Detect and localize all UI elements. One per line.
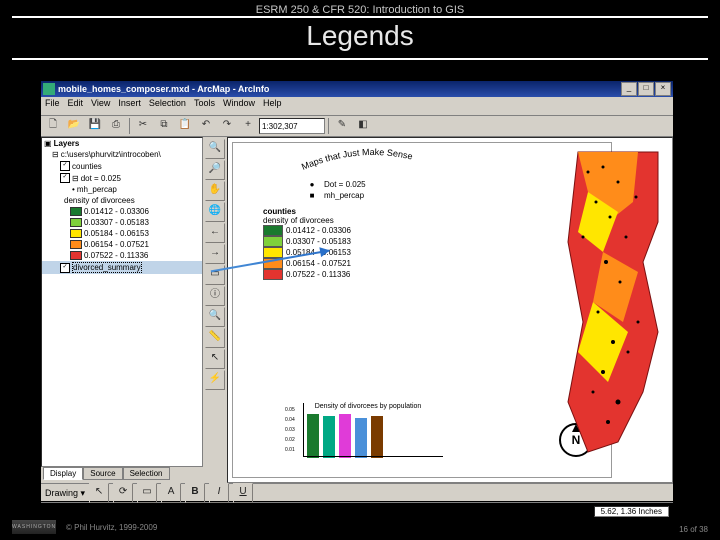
redo-icon[interactable]: ↷	[217, 116, 237, 136]
prev-extent-icon[interactable]: ←	[205, 223, 225, 243]
text-icon[interactable]: A	[161, 483, 181, 503]
tab-display[interactable]: Display	[43, 467, 83, 480]
menu-file[interactable]: File	[45, 98, 60, 114]
editor-icon[interactable]: ✎	[332, 116, 352, 136]
chart-title: Density of divorcees by population	[293, 403, 443, 410]
toc-class-4: 0.07522 - 0.11336	[84, 251, 148, 260]
toc-theme: density of divorcees	[64, 196, 135, 205]
copy-icon[interactable]: ⧉	[154, 116, 174, 136]
legend-subgroup: density of divorcees	[263, 216, 334, 225]
slide-footer: WASHINGTON © Phil Hurvitz, 1999-2009	[12, 520, 157, 534]
menu-view[interactable]: View	[91, 98, 110, 114]
titlebar[interactable]: mobile_homes_composer.mxd - ArcMap - Arc…	[41, 81, 673, 97]
bar-chart: Density of divorcees by population 0.01 …	[293, 403, 443, 473]
toc-class-0: 0.01412 - 0.03306	[84, 207, 149, 216]
slide-title: Legends	[12, 18, 708, 60]
toc-root[interactable]: Layers	[54, 139, 80, 148]
coordinates-readout: 5.62, 1.36 Inches	[594, 506, 669, 517]
toc-layer-counties[interactable]: counties	[72, 162, 102, 171]
table-of-contents[interactable]: ▣Layers ⊟ c:\users\phurvitz\introcoben\ …	[41, 137, 203, 467]
course-header: ESRM 250 & CFR 520: Introduction to GIS	[12, 0, 708, 18]
toc-class-2: 0.05184 - 0.06153	[84, 229, 149, 238]
toc-tabs: Display Source Selection	[41, 467, 203, 480]
choropleth-legend: counties density of divorcees 0.01412 - …	[263, 207, 351, 280]
toc-class-1: 0.03307 - 0.05183	[84, 218, 149, 227]
catalog-icon[interactable]: ◧	[353, 116, 373, 136]
paste-icon[interactable]: 📋	[175, 116, 195, 136]
toc-dataframe[interactable]: c:\users\phurvitz\introcoben\	[61, 150, 161, 159]
chart-bars	[293, 410, 443, 458]
legend-group: counties	[263, 207, 296, 216]
layout-view[interactable]: Maps that Just Make Sense ●Dot = 0.025 ■…	[227, 137, 673, 483]
zoom-out-icon[interactable]: 🔎	[205, 160, 225, 180]
measure-icon[interactable]: 📏	[205, 328, 225, 348]
tools-toolbar: 🔍 🔎 ✋ 🌐 ← → ▭ ⓘ 🔍 📏 ↖ ⚡	[203, 137, 227, 483]
app-icon	[43, 83, 55, 95]
drawing-toolbar: Drawing ▾ ↖ ⟳ ▭ A B I U	[41, 483, 673, 502]
menu-tools[interactable]: Tools	[194, 98, 215, 114]
bar-4	[371, 416, 383, 458]
bar-2	[339, 414, 351, 458]
italic-icon[interactable]: I	[209, 483, 229, 503]
tab-source[interactable]: Source	[83, 467, 122, 480]
drawing-menu[interactable]: Drawing ▾	[45, 488, 85, 499]
page-number: 16 of 38	[679, 525, 708, 534]
window-title: mobile_homes_composer.mxd - ArcMap - Arc…	[58, 84, 620, 94]
cut-icon[interactable]: ✂	[133, 116, 153, 136]
new-icon[interactable]: 🗋	[43, 116, 63, 136]
bar-0	[307, 414, 319, 458]
bold-icon[interactable]: B	[185, 483, 205, 503]
bar-3	[355, 418, 367, 458]
status-bar: 5.62, 1.36 Inches	[41, 502, 673, 519]
svg-text:Maps that Just Make Sense: Maps that Just Make Sense	[300, 147, 414, 172]
print-icon[interactable]: ⎙	[106, 116, 126, 136]
arcmap-window: mobile_homes_composer.mxd - ArcMap - Arc…	[40, 80, 674, 502]
toc-selected-layer[interactable]: divorced_summary	[72, 262, 142, 273]
save-icon[interactable]: 💾	[85, 116, 105, 136]
tab-selection[interactable]: Selection	[123, 467, 170, 480]
scale-input[interactable]	[259, 118, 325, 134]
close-button[interactable]: ×	[655, 82, 671, 96]
menu-help[interactable]: Help	[263, 98, 282, 114]
zoom-in-icon[interactable]: 🔍	[205, 139, 225, 159]
pan-icon[interactable]: ✋	[205, 181, 225, 201]
point-legend: ●Dot = 0.025 ■mh_percap	[303, 179, 366, 201]
toc-class-3: 0.06154 - 0.07521	[84, 240, 149, 249]
menu-window[interactable]: Window	[223, 98, 255, 114]
find-icon[interactable]: 🔍	[205, 307, 225, 327]
menu-insert[interactable]: Insert	[118, 98, 141, 114]
add-data-icon[interactable]: +	[238, 116, 258, 136]
menu-edit[interactable]: Edit	[68, 98, 84, 114]
undo-icon[interactable]: ↶	[196, 116, 216, 136]
rectangle-icon[interactable]: ▭	[137, 483, 157, 503]
full-extent-icon[interactable]: 🌐	[205, 202, 225, 222]
open-icon[interactable]: 📂	[64, 116, 84, 136]
minimize-button[interactable]: _	[621, 82, 637, 96]
menu-selection[interactable]: Selection	[149, 98, 186, 114]
rotate-icon[interactable]: ⟳	[113, 483, 133, 503]
bar-1	[323, 416, 335, 458]
toc-layer-dot[interactable]: dot = 0.025	[81, 174, 121, 183]
standard-toolbar: 🗋 📂 💾 ⎙ ✂ ⧉ 📋 ↶ ↷ + ✎ ◧	[41, 116, 673, 137]
menubar: File Edit View Insert Selection Tools Wi…	[41, 97, 673, 116]
map-title-arc: Maps that Just Make Sense	[293, 145, 453, 175]
copyright: © Phil Hurvitz, 1999-2009	[66, 523, 157, 532]
toc-layer-mh[interactable]: mh_percap	[77, 185, 117, 194]
hyperlink-icon[interactable]: ⚡	[205, 370, 225, 390]
pointer-icon[interactable]: ↖	[205, 349, 225, 369]
california-map	[548, 142, 668, 462]
identify-icon[interactable]: ⓘ	[205, 286, 225, 306]
underline-icon[interactable]: U	[233, 483, 253, 503]
next-extent-icon[interactable]: →	[205, 244, 225, 264]
uw-logo: WASHINGTON	[12, 520, 56, 534]
maximize-button[interactable]: □	[638, 82, 654, 96]
select-element-icon[interactable]: ↖	[89, 483, 109, 503]
